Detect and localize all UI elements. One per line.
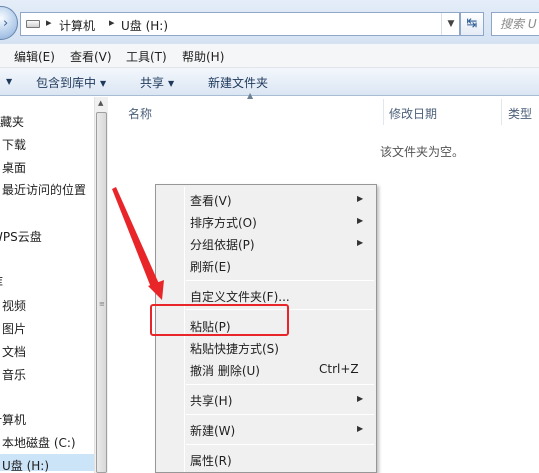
menu-item-sort-by[interactable]: 排序方式(O) [190, 214, 257, 231]
address-bar[interactable]: ▸ 计算机 ▸ U盘 (H:) ▼ [20, 12, 460, 36]
nav-music[interactable]: 音乐 [2, 366, 26, 383]
refresh-icon: ↹ [466, 16, 478, 31]
nav-videos[interactable]: 视频 [2, 297, 26, 314]
forward-arrow-icon: › [3, 16, 9, 31]
menu-help[interactable]: 帮助(H) [182, 48, 224, 65]
menu-item-new[interactable]: 新建(W) [190, 422, 235, 439]
menu-view[interactable]: 查看(V) [70, 48, 112, 65]
scroll-up-icon[interactable]: ▲ [98, 99, 103, 107]
menu-separator [186, 384, 374, 385]
include-in-library-button[interactable]: 包含到库中 ▼ [36, 74, 106, 91]
menu-item-share[interactable]: 共享(H) [190, 392, 232, 409]
refresh-button[interactable]: ↹ [460, 12, 484, 36]
breadcrumb-drive[interactable]: U盘 (H:) [121, 17, 168, 34]
search-input[interactable]: 搜索 U [491, 12, 539, 36]
nav-usb-drive-h[interactable]: U盘 (H:) [2, 457, 49, 473]
nav-documents[interactable]: 文档 [2, 343, 26, 360]
menu-separator [186, 280, 374, 281]
nav-computer[interactable]: 计算机 [0, 411, 26, 428]
empty-folder-message: 该文件夹为空。 [380, 145, 465, 159]
menu-item-refresh[interactable]: 刷新(E) [190, 258, 231, 275]
nav-libraries[interactable]: 库 [0, 273, 3, 290]
menu-item-properties[interactable]: 属性(R) [190, 452, 232, 469]
address-dropdown-icon[interactable]: ▼ [441, 13, 460, 35]
column-header-date-modified[interactable]: 修改日期 [389, 105, 437, 122]
nav-favorites[interactable]: 收藏夹 [0, 113, 24, 130]
scrollbar-thumb[interactable]: ≡ [96, 112, 107, 473]
paste-highlight-box [150, 304, 289, 336]
submenu-arrow-icon: ▶ [357, 394, 364, 403]
breadcrumb-separator-icon[interactable]: ▸ [46, 16, 52, 29]
submenu-arrow-icon: ▶ [357, 194, 364, 203]
submenu-arrow-icon: ▶ [357, 424, 364, 433]
column-divider[interactable] [501, 99, 502, 125]
drive-icon [26, 20, 40, 28]
grip-icon: ≡ [99, 300, 105, 308]
nav-pictures[interactable]: 图片 [2, 320, 26, 337]
menu-item-group-by[interactable]: 分组依据(P) [190, 236, 255, 253]
share-label: 共享 [140, 76, 165, 90]
submenu-arrow-icon: ▶ [357, 216, 364, 225]
nav-desktop[interactable]: 桌面 [2, 159, 26, 176]
share-button[interactable]: 共享 ▼ [140, 74, 174, 91]
sort-arrow-icon: ▲ [247, 91, 254, 100]
new-folder-button[interactable]: 新建文件夹 [208, 74, 268, 91]
breadcrumb-separator-icon[interactable]: ▸ [109, 16, 115, 29]
forward-button[interactable]: › [0, 6, 18, 40]
menu-item-customize-folder[interactable]: 自定义文件夹(F)... [190, 288, 290, 305]
nav-downloads[interactable]: 下载 [2, 136, 26, 153]
submenu-arrow-icon: ▶ [357, 238, 364, 247]
menu-bar: 编辑(E) 查看(V) 工具(T) 帮助(H) [0, 44, 539, 68]
menu-item-paste-shortcut[interactable]: 粘贴快捷方式(S) [190, 340, 279, 357]
nav-scrollbar[interactable]: ▲ ≡ [94, 97, 108, 473]
chevron-down-icon: ▼ [168, 79, 175, 88]
command-bar: ▼ 包含到库中 ▼ 共享 ▼ 新建文件夹 [0, 68, 539, 96]
nav-recent-places[interactable]: 最近访问的位置 [2, 181, 86, 198]
menu-separator [186, 444, 374, 445]
organize-dropdown-icon[interactable]: ▼ [2, 74, 12, 88]
column-divider[interactable] [383, 99, 384, 125]
address-bar-row: › ▸ 计算机 ▸ U盘 (H:) ▼ ↹ 搜索 U [0, 0, 539, 44]
column-header-name[interactable]: 名称 [128, 105, 152, 122]
breadcrumb-computer[interactable]: 计算机 [59, 17, 95, 34]
undo-shortcut-label: Ctrl+Z [319, 362, 359, 376]
menu-item-view[interactable]: 查看(V) [190, 192, 232, 209]
nav-local-disk-c[interactable]: 本地磁盘 (C:) [2, 434, 76, 451]
menu-edit[interactable]: 编辑(E) [14, 48, 55, 65]
nav-wps-cloud[interactable]: WPS云盘 [0, 228, 42, 245]
column-header-type[interactable]: 类型 [508, 105, 532, 122]
menu-item-undo-delete[interactable]: 撤消 删除(U) [190, 362, 260, 379]
include-in-library-label: 包含到库中 [36, 76, 97, 90]
menu-separator [186, 414, 374, 415]
menu-tools[interactable]: 工具(T) [126, 48, 167, 65]
chevron-down-icon: ▼ [100, 79, 107, 88]
navigation-pane: 收藏夹 下载 桌面 最近访问的位置 WPS云盘 库 视频 图片 文档 音乐 计算… [0, 97, 94, 473]
